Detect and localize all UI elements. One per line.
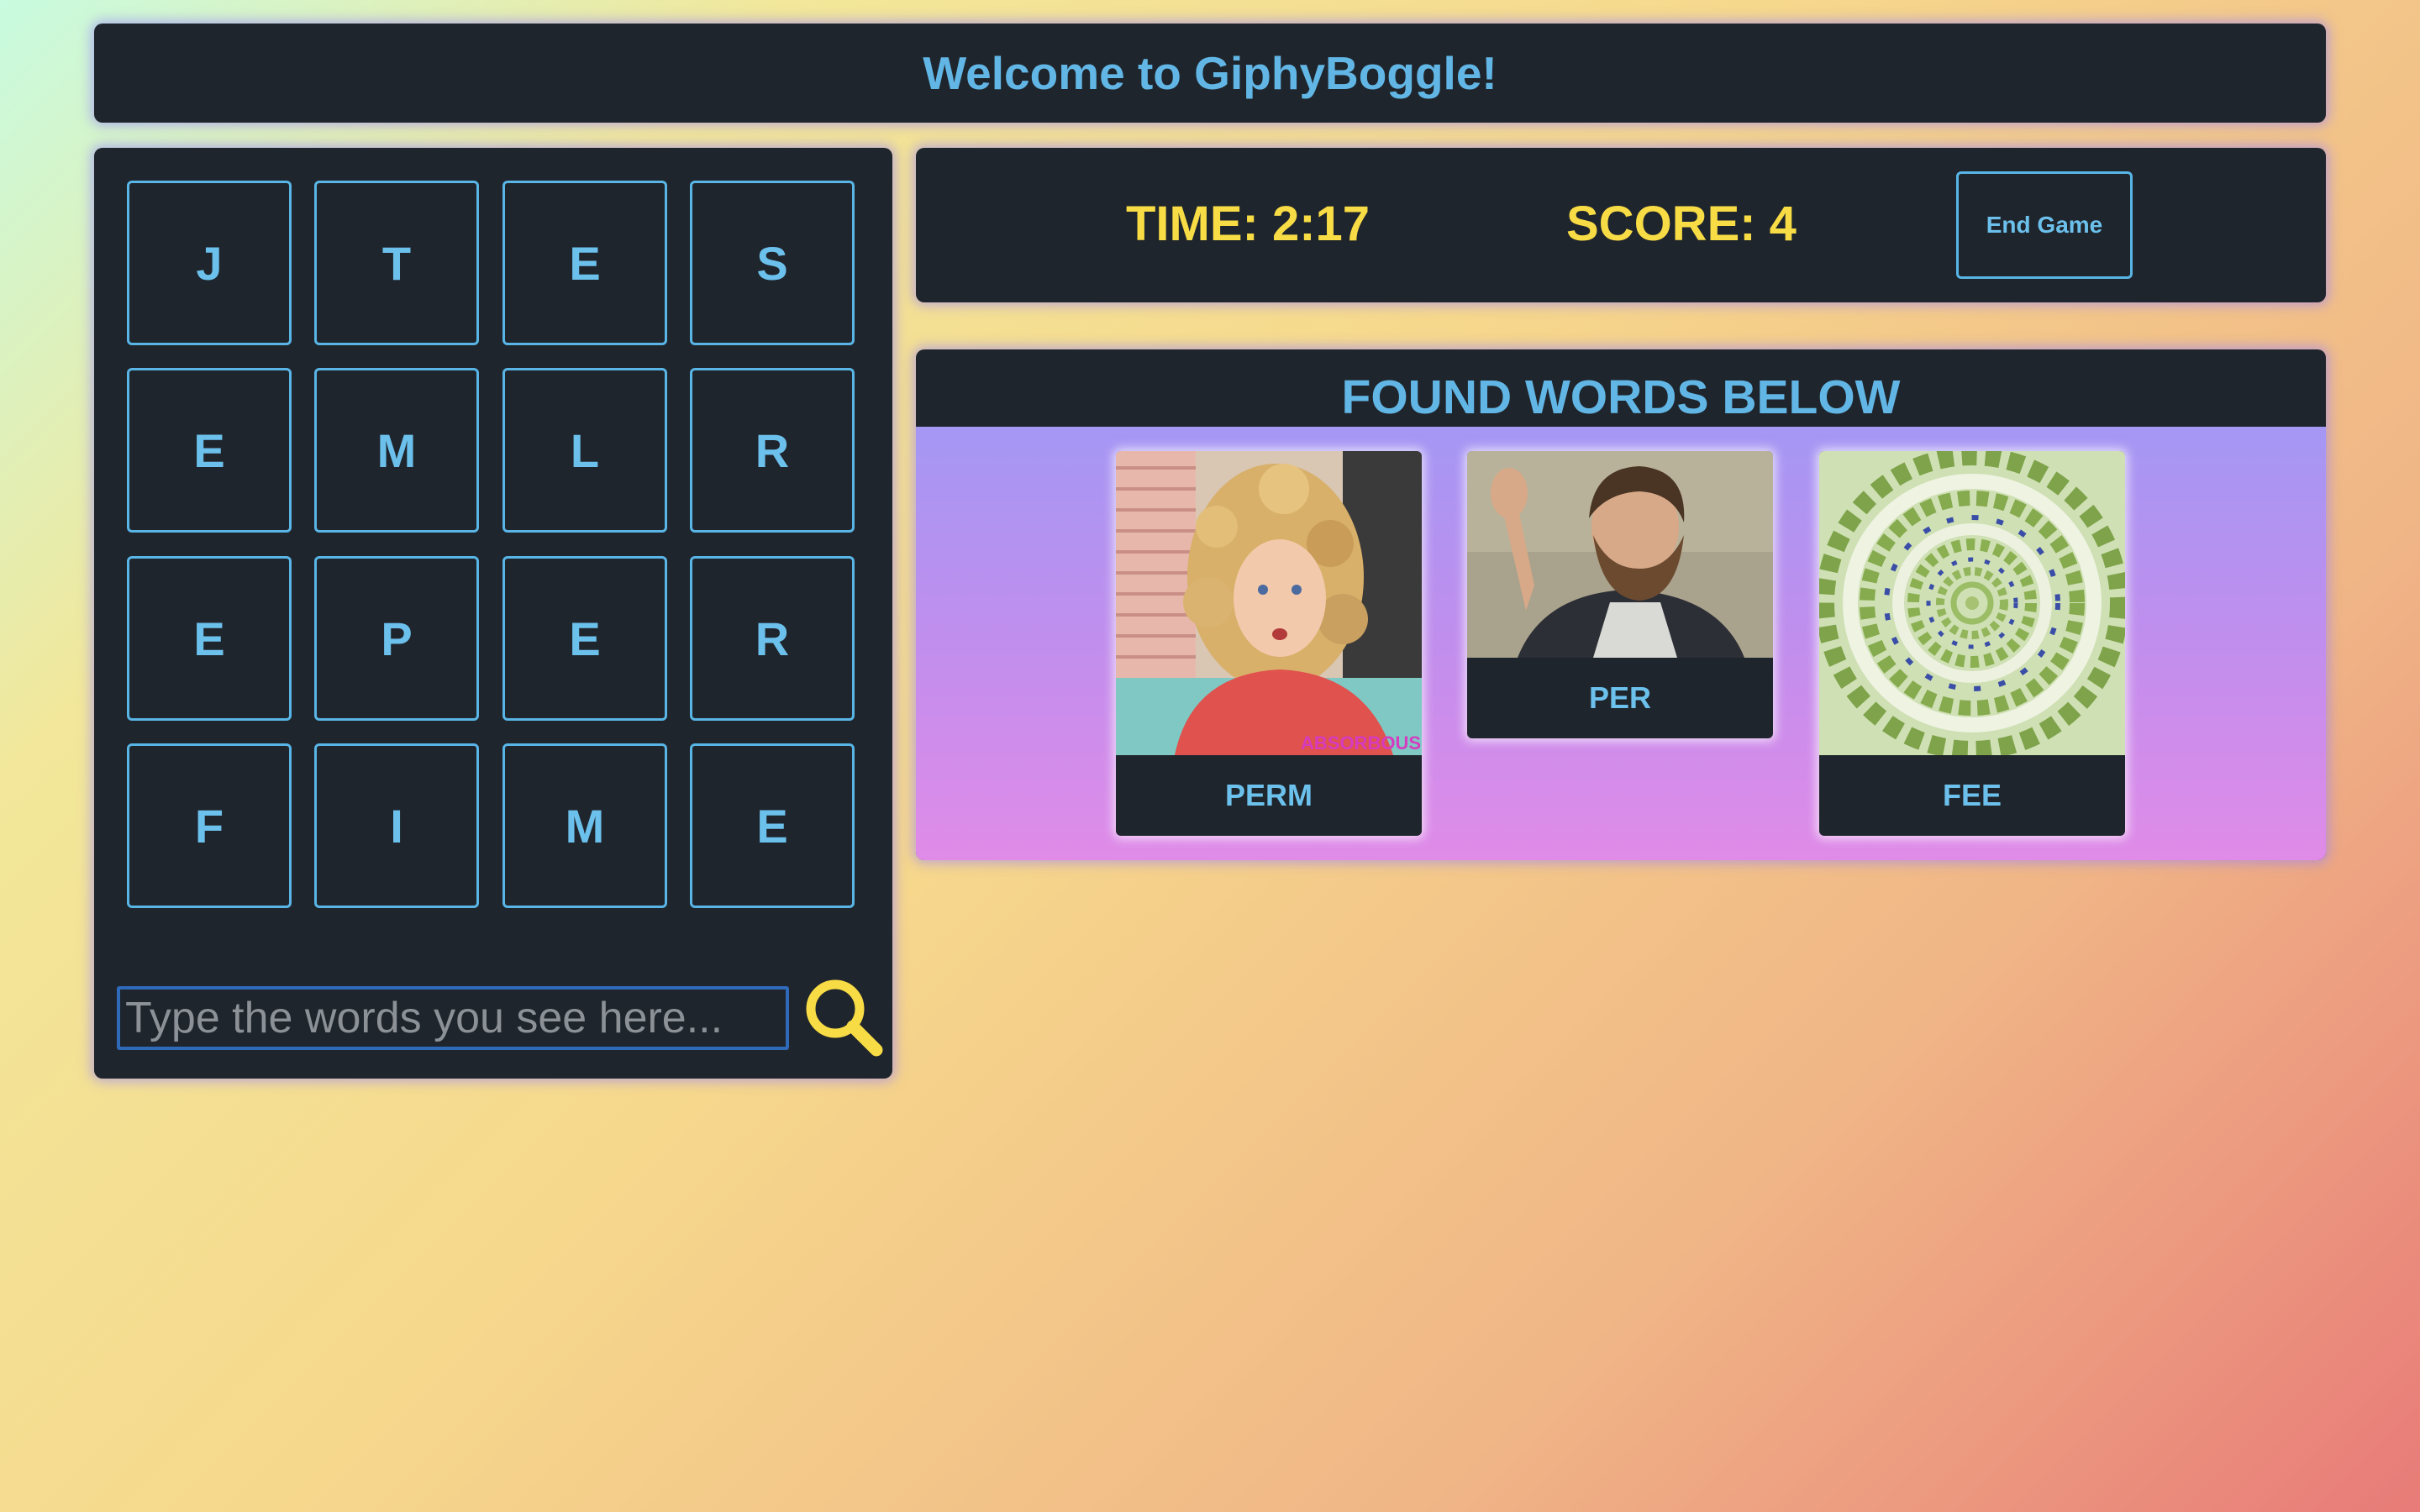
board-tile[interactable]: J <box>127 181 292 345</box>
board-tile[interactable]: M <box>502 743 667 908</box>
board-tile[interactable]: P <box>314 556 479 721</box>
word-card-per[interactable]: PER <box>1467 451 1773 738</box>
found-words-area: ABSORBOUS PERM PER FEE <box>916 427 2326 860</box>
board-tile[interactable]: E <box>502 181 667 345</box>
watermark-text: ABSORBOUS <box>1301 732 1421 753</box>
found-word-label: PER <box>1588 680 1652 715</box>
found-words-panel: FOUND WORDS BELOW ABSORBOUS PERM PER FEE <box>916 349 2326 860</box>
end-game-button[interactable]: End Game <box>1956 171 2133 279</box>
page-title: Welcome to GiphyBoggle! <box>923 47 1497 99</box>
board-tile[interactable]: T <box>314 181 479 345</box>
board-tile[interactable]: R <box>690 368 855 533</box>
status-bar: TIME: 2:17 SCORE: 4 End Game <box>916 148 2326 302</box>
word-card-fee[interactable]: FEE <box>1819 451 2125 836</box>
board-tile[interactable]: E <box>127 368 292 533</box>
board-tile[interactable]: E <box>127 556 292 721</box>
found-words-header: FOUND WORDS BELOW <box>916 349 2326 427</box>
bearded-man-waving-gif <box>1467 451 1773 658</box>
score-display: SCORE: 4 <box>1566 197 1797 251</box>
word-input[interactable] <box>117 986 789 1050</box>
board-tile[interactable]: F <box>127 743 292 908</box>
board-tile[interactable]: I <box>314 743 479 908</box>
found-word-label: FEE <box>1942 778 2002 812</box>
word-card-perm[interactable]: ABSORBOUS PERM <box>1116 451 1422 836</box>
boggle-board: J T E S E M L R E P E R F I M E <box>94 148 892 1079</box>
board-tile[interactable]: L <box>502 368 667 533</box>
board-tile[interactable]: E <box>690 743 855 908</box>
woman-curly-hair-gif: ABSORBOUS <box>1116 451 1422 755</box>
board-tile[interactable]: M <box>314 368 479 533</box>
time-display: TIME: 2:17 <box>1126 197 1370 251</box>
search-button[interactable] <box>802 975 886 1059</box>
board-tile[interactable]: S <box>690 181 855 345</box>
money-spiral-gif <box>1819 451 2125 755</box>
found-word-label: PERM <box>1224 778 1313 812</box>
header-bar: Welcome to GiphyBoggle! <box>94 24 2326 123</box>
board-tile[interactable]: R <box>690 556 855 721</box>
search-icon <box>806 979 883 1057</box>
board-tile[interactable]: E <box>502 556 667 721</box>
found-words-title: FOUND WORDS BELOW <box>1341 370 1901 424</box>
